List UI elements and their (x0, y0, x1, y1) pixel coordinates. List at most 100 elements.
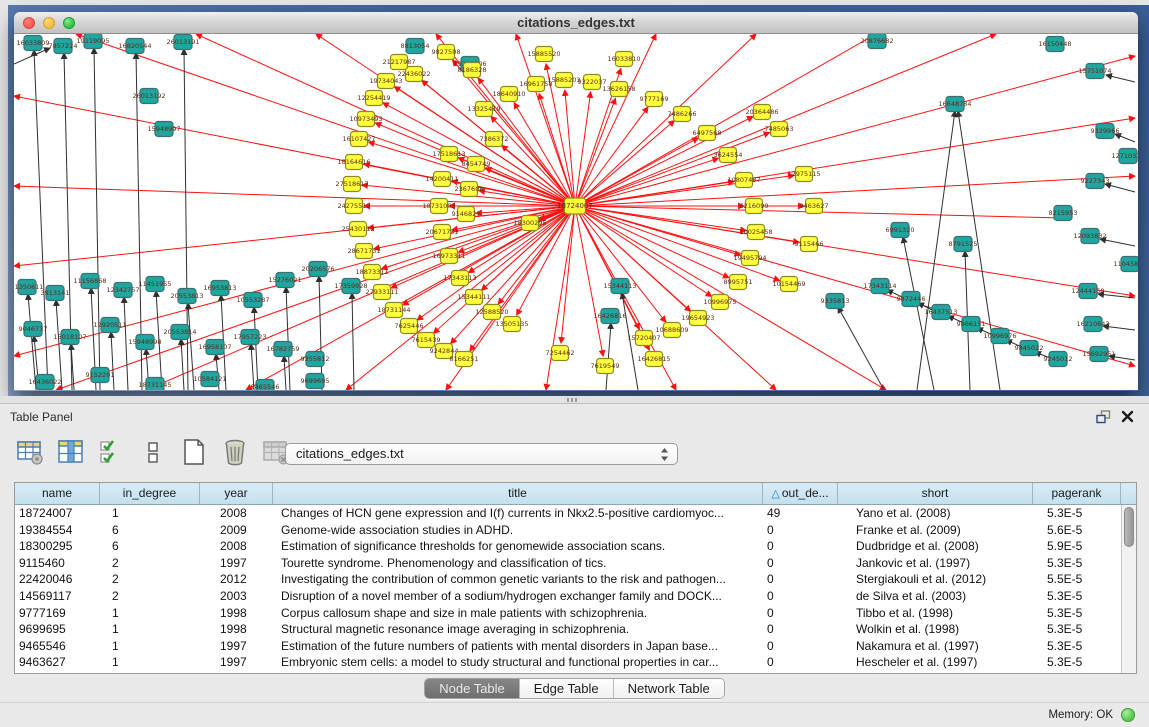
graph-node[interactable]: 16782759 (266, 342, 299, 357)
node-attribute-table[interactable]: namein_degreeyeartitle△out_de...shortpag… (14, 482, 1137, 674)
tab-edge-table[interactable]: Edge Table (520, 679, 614, 698)
cell[interactable]: Investigating the contribution of common… (273, 571, 763, 588)
graph-edge[interactable] (575, 206, 1135, 366)
column-header-pagerank[interactable]: pagerank (1033, 483, 1121, 504)
graph-node[interactable]: 11451955 (138, 277, 171, 292)
cell[interactable]: 1 (100, 638, 200, 655)
cell[interactable]: Hescheler et al. (1997) (838, 654, 1033, 671)
graph-node[interactable]: 16033810 (607, 52, 640, 67)
table-row[interactable]: 1830029562008Estimation of significance … (15, 538, 1136, 555)
cell[interactable]: 5.3E-5 (1033, 588, 1121, 605)
graph-node[interactable]: 8791525 (949, 237, 978, 252)
graph-node[interactable]: 7486266 (668, 107, 697, 122)
cell[interactable]: Estimation of the future numbers of pati… (273, 638, 763, 655)
graph-node[interactable]: 16426815 (637, 352, 670, 367)
cell[interactable]: Jankovic et al. (1997) (838, 555, 1033, 572)
cell[interactable]: Wolkin et al. (1998) (838, 621, 1033, 638)
citation-graph[interactable]: 1603380978572241911909516820544260131918… (14, 34, 1138, 390)
graph-edge[interactable] (575, 98, 615, 206)
cell[interactable]: Structural magnetic resonance image aver… (273, 621, 763, 638)
graph-node[interactable]: 9146821 (452, 207, 481, 222)
graph-node[interactable]: 26013192 (132, 89, 165, 104)
graph-edge[interactable] (181, 339, 184, 390)
table-settings-icon[interactable] (16, 438, 44, 466)
graph-node[interactable]: 27518617 (335, 177, 368, 192)
graph-node[interactable]: 9329966 (1091, 124, 1120, 139)
graph-edge[interactable] (124, 297, 128, 390)
graph-node[interactable]: 13325419 (467, 102, 500, 117)
cell[interactable]: 1997 (200, 555, 273, 572)
cell[interactable]: Franke et al. (2009) (838, 522, 1033, 539)
row-height-icon[interactable] (139, 438, 167, 466)
cell[interactable]: 1998 (200, 605, 273, 622)
graph-node[interactable]: 12444158 (1071, 284, 1104, 299)
graph-edge[interactable] (575, 206, 712, 296)
graph-edge[interactable] (1100, 239, 1135, 246)
cell[interactable]: 5.5E-5 (1033, 571, 1121, 588)
cell[interactable]: 2003 (200, 588, 273, 605)
graph-node[interactable]: 20206576 (301, 262, 334, 277)
graph-node[interactable]: 9777169 (640, 92, 669, 107)
cell[interactable]: 5.3E-5 (1033, 555, 1121, 572)
close-panel-icon[interactable] (1120, 409, 1135, 424)
graph-node[interactable]: 20876682 (860, 34, 893, 49)
graph-node[interactable]: 7485063 (765, 122, 794, 137)
graph-node[interactable]: 16210643 (1076, 317, 1109, 332)
graph-node[interactable]: 12093832 (1073, 229, 1106, 244)
graph-node[interactable]: 12254419 (357, 91, 390, 106)
cell[interactable]: 49 (763, 505, 838, 522)
graph-node[interactable]: 20364486 (745, 105, 778, 120)
graph-edge[interactable] (575, 176, 1135, 206)
cell[interactable]: Corpus callosum shape and size in male p… (273, 605, 763, 622)
graph-node[interactable]: 9866151 (957, 317, 986, 332)
cell[interactable]: 18724007 (15, 505, 100, 522)
graph-node[interactable]: 18640910 (492, 87, 525, 102)
splitter-grip-icon[interactable] (567, 398, 577, 402)
graph-node[interactable]: 16436022 (28, 375, 61, 390)
table-body[interactable]: 1872400712008Changes of HCN gene express… (15, 505, 1136, 671)
cell[interactable]: 6 (100, 538, 200, 555)
cell[interactable]: 9465546 (15, 638, 100, 655)
cell[interactable]: 0 (763, 522, 838, 539)
cell[interactable]: 0 (763, 654, 838, 671)
graph-node[interactable]: 17343113 (443, 271, 476, 286)
graph-node[interactable]: 20553814 (163, 325, 196, 340)
float-window-icon[interactable] (1096, 410, 1111, 424)
graph-node[interactable]: 16953813 (203, 281, 236, 296)
graph-node[interactable]: 10154469 (772, 277, 805, 292)
cell[interactable]: 18300295 (15, 538, 100, 555)
graph-node[interactable]: 17359928 (334, 279, 367, 294)
graph-edge[interactable] (352, 293, 354, 390)
graph-node[interactable]: 6216099 (740, 199, 769, 214)
table-row[interactable]: 2242004622012Investigating the contribut… (15, 571, 1136, 588)
cell[interactable]: Changes of HCN gene expression and I(f) … (273, 505, 763, 522)
tab-node-table[interactable]: Node Table (425, 679, 520, 698)
tab-network-table[interactable]: Network Table (614, 679, 724, 698)
graph-node[interactable]: 7857224 (49, 39, 78, 54)
cell[interactable]: 1 (100, 505, 200, 522)
graph-node[interactable]: 16107427 (342, 132, 375, 147)
graph-node[interactable]: 15344111 (457, 290, 490, 305)
cell[interactable]: 1 (100, 621, 200, 638)
graph-node[interactable]: 9227343 (1081, 174, 1110, 189)
graph-node[interactable]: 9335813 (821, 294, 850, 309)
cell[interactable]: 1997 (200, 638, 273, 655)
graph-node[interactable]: 16426816 (593, 309, 626, 324)
graph-edge[interactable] (111, 332, 114, 390)
graph-node[interactable]: 18164616 (337, 155, 370, 170)
graph-node[interactable]: 11156868 (73, 274, 106, 289)
graph-node[interactable]: 16958107 (198, 340, 231, 355)
graph-node[interactable]: 16648784 (938, 97, 971, 112)
graph-node[interactable]: 19119095 (76, 34, 109, 49)
cell[interactable]: Tourette syndrome. Phenomenology and cla… (273, 555, 763, 572)
graph-node[interactable]: 10996975 (703, 295, 736, 310)
cell[interactable]: 9777169 (15, 605, 100, 622)
graph-node[interactable]: 10584121 (193, 372, 226, 387)
graph-node[interactable]: 12710371 (1111, 149, 1138, 164)
cell[interactable]: 5.3E-5 (1033, 505, 1121, 522)
graph-node[interactable]: 9355812 (301, 352, 330, 367)
graph-node[interactable]: 7386372 (480, 132, 509, 147)
graph-node[interactable]: 15276021 (268, 273, 301, 288)
cell[interactable]: Dudbridge et al. (2008) (838, 538, 1033, 555)
cell[interactable]: 0 (763, 621, 838, 638)
